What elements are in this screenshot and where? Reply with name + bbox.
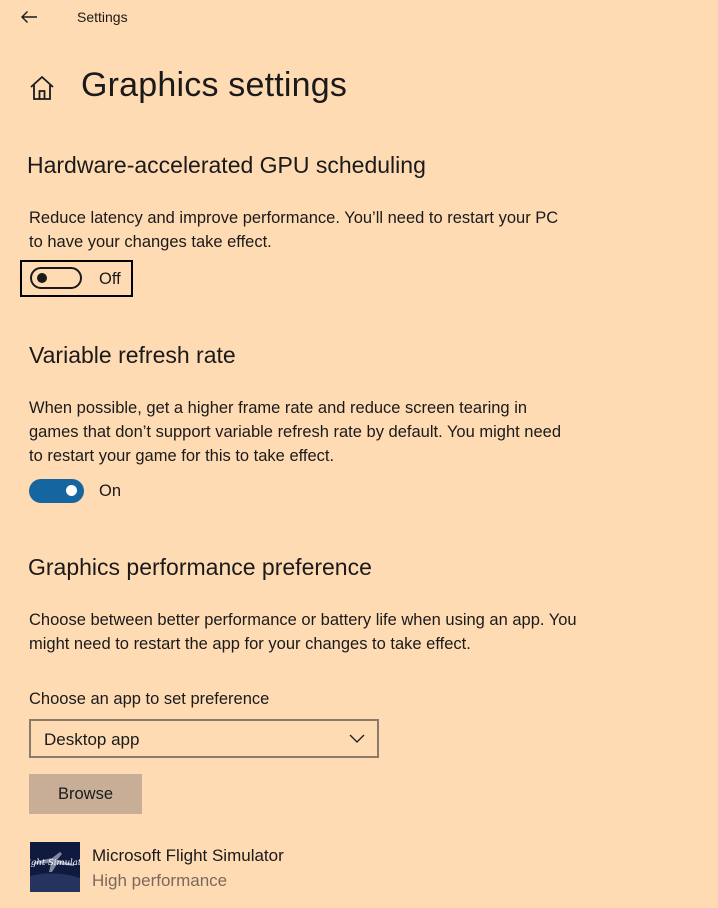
window-title: Settings bbox=[77, 9, 128, 25]
flight-simulator-app-icon[interactable]: Flight Simulator bbox=[30, 842, 80, 892]
dropdown-selected-value: Desktop app bbox=[44, 730, 140, 749]
toggle-switch-off bbox=[30, 267, 82, 289]
browse-button[interactable]: Browse bbox=[29, 774, 142, 814]
app-preference: High performance bbox=[92, 871, 228, 890]
app-type-dropdown[interactable]: Desktop app bbox=[29, 719, 379, 758]
gpu-scheduling-title: Hardware-accelerated GPU scheduling bbox=[27, 152, 426, 178]
toggle-knob bbox=[37, 273, 47, 283]
page-title: Graphics settings bbox=[81, 66, 348, 104]
choose-app-label: Choose an app to set preference bbox=[29, 690, 270, 708]
toggle-switch-on bbox=[29, 479, 84, 503]
perf-pref-title: Graphics performance preference bbox=[28, 554, 372, 580]
home-icon[interactable] bbox=[28, 74, 56, 102]
back-button[interactable] bbox=[14, 4, 44, 30]
vrr-toggle-label: On bbox=[99, 482, 122, 500]
vrr-title: Variable refresh rate bbox=[29, 342, 236, 368]
gpu-scheduling-toggle[interactable]: Off bbox=[20, 260, 133, 297]
gpu-scheduling-toggle-label: Off bbox=[99, 270, 121, 288]
vrr-description: When possible, get a higher frame rate a… bbox=[29, 399, 562, 465]
back-arrow-icon bbox=[21, 11, 37, 23]
toggle-knob bbox=[66, 485, 77, 496]
perf-pref-description: Choose between better performance or bat… bbox=[29, 611, 577, 653]
app-name[interactable]: Microsoft Flight Simulator bbox=[92, 846, 284, 866]
app-icon-logo-text: Flight Simulator bbox=[30, 858, 80, 868]
chevron-down-icon bbox=[349, 734, 365, 743]
vrr-toggle[interactable]: On bbox=[29, 479, 139, 505]
gpu-scheduling-description: Reduce latency and improve performance. … bbox=[29, 209, 559, 251]
